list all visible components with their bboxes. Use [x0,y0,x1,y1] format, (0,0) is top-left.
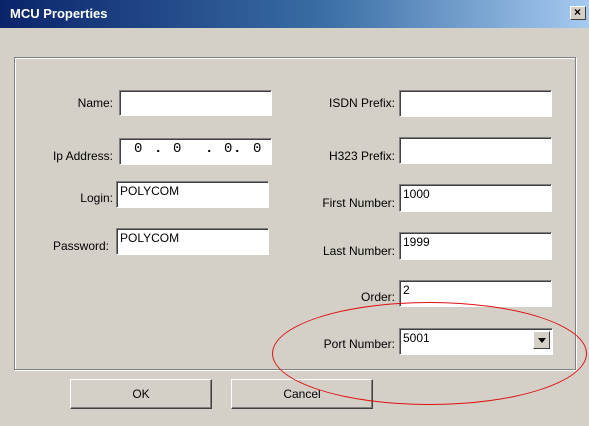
first-number-label: First Number: [322,196,395,210]
password-field[interactable]: POLYCOM [116,228,269,255]
ip-separator: . [205,141,214,157]
name-field[interactable] [119,90,272,116]
order-label: Order: [360,290,395,304]
close-icon: × [574,5,582,19]
last-number-field[interactable]: 1999 [399,232,552,260]
port-number-label: Port Number: [323,337,395,351]
ip-octet-3: 0 [224,141,233,157]
ip-separator: . [154,141,163,157]
ip-separator: . [233,141,242,157]
h323-prefix-field[interactable] [399,137,552,164]
isdn-prefix-field[interactable] [399,90,552,117]
ip-octet-2: 0 [173,141,182,157]
ip-address-field[interactable]: 0 . 0 . 0 . 0 [119,138,272,165]
ip-octet-4: 0 [253,141,262,157]
chevron-down-icon[interactable] [533,331,550,349]
name-label: Name: [77,96,113,110]
cancel-button[interactable]: Cancel [231,379,373,409]
ip-address-label: Ip Address: [52,149,113,163]
login-label: Login: [80,191,113,205]
isdn-prefix-label: ISDN Prefix: [328,96,395,110]
h323-prefix-label: H323 Prefix: [328,149,395,163]
last-number-label: Last Number: [322,244,395,258]
title-bar[interactable]: MCU Properties × [0,0,589,28]
port-number-select[interactable]: 5001 [399,328,553,355]
close-button[interactable]: × [570,5,586,20]
order-field[interactable]: 2 [399,280,552,307]
ok-button[interactable]: OK [70,379,212,409]
password-label: Password: [52,239,109,253]
port-number-value: 5001 [403,331,430,345]
window-title: MCU Properties [10,6,108,21]
login-field[interactable]: POLYCOM [116,181,269,208]
ip-octet-1: 0 [134,141,143,157]
first-number-field[interactable]: 1000 [399,184,552,212]
